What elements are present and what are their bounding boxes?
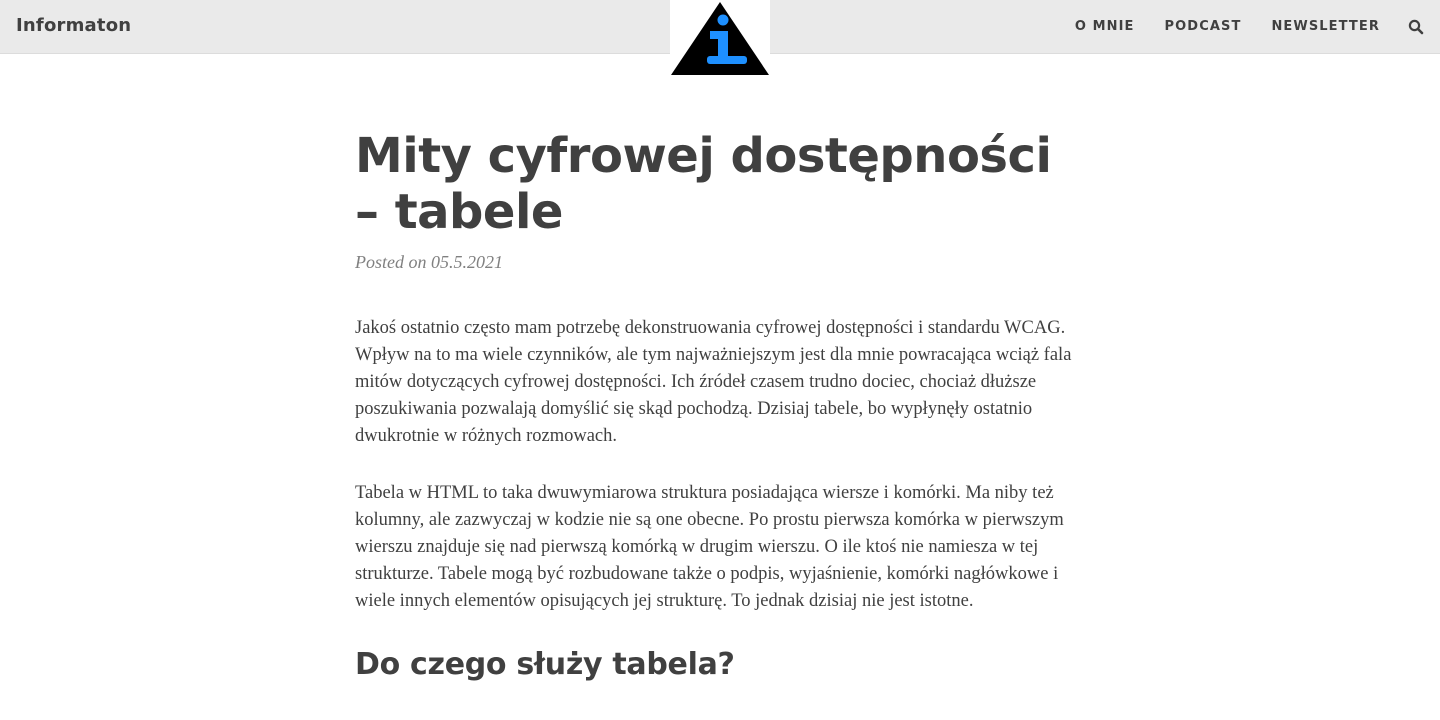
section-heading: Do czego służy tabela?: [355, 647, 735, 682]
site-logo[interactable]: [670, 0, 770, 76]
info-triangle-logo-icon: [671, 2, 769, 75]
article: Mity cyfrowej dostępności – tabele Poste…: [355, 128, 1090, 685]
article-paragraph: Tabela w HTML to taka dwuwymiarowa struk…: [355, 483, 1064, 611]
post-body: Jakoś ostatnio często mam potrzebę dekon…: [355, 315, 1090, 685]
post-date: Posted on 05.5.2021: [355, 252, 503, 272]
search-button[interactable]: [1408, 19, 1424, 35]
nav-link-newsletter[interactable]: NEWSLETTER: [1271, 19, 1380, 34]
site-brand-link[interactable]: Informaton: [16, 15, 131, 36]
nav-link-o-mnie[interactable]: O MNIE: [1075, 19, 1135, 34]
navbar: Informaton O MNIE PODCAST NEWSLETTER: [0, 0, 1440, 76]
post-title: Mity cyfrowej dostępności – tabele: [355, 128, 1052, 240]
main-nav: O MNIE PODCAST NEWSLETTER: [1075, 19, 1380, 34]
article-paragraph: Jakoś ostatnio często mam potrzebę dekon…: [355, 318, 1072, 446]
nav-link-podcast[interactable]: PODCAST: [1165, 19, 1242, 34]
search-icon: [1408, 19, 1424, 35]
